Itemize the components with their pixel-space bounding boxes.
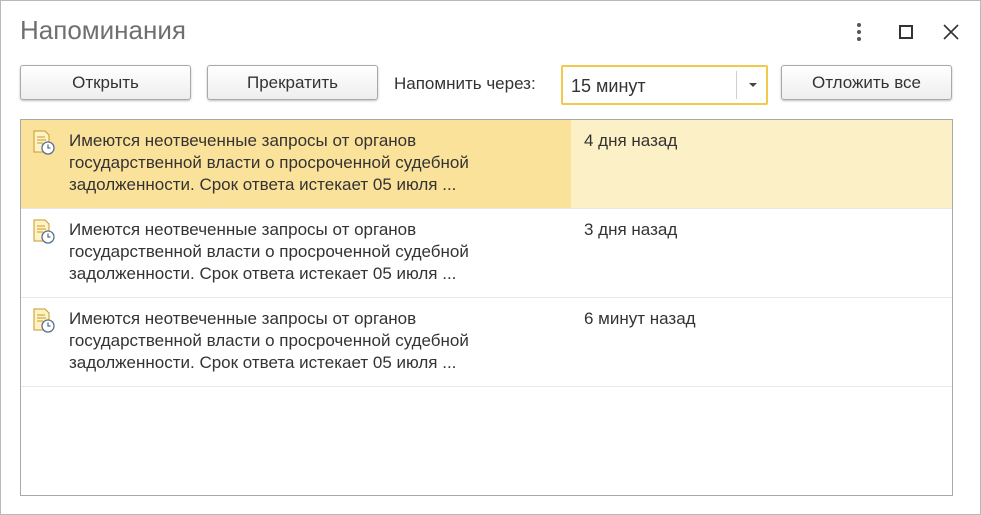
close-icon[interactable] [938, 19, 964, 45]
reminder-row[interactable]: Имеются неотвеченные запросы от органов … [21, 120, 952, 209]
reminder-icon [32, 219, 56, 245]
postpone-all-button[interactable]: Отложить все [781, 65, 952, 100]
reminder-text-line: государственной власти о просроченной су… [69, 242, 469, 261]
select-divider [736, 71, 737, 99]
reminder-text-cell[interactable]: Имеются неотвеченные запросы от органов … [21, 120, 571, 208]
maximize-icon[interactable] [893, 19, 919, 45]
reminders-window: Напоминания Открыть Прекратить Напомнить… [0, 0, 981, 515]
reminder-text-cell[interactable]: Имеются неотвеченные запросы от органов … [21, 209, 571, 297]
reminder-text-line: государственной власти о просроченной су… [69, 331, 469, 350]
reminder-text-line: государственной власти о просроченной су… [69, 153, 469, 172]
reminder-time-cell[interactable]: 3 дня назад [571, 209, 952, 297]
reminder-time-cell[interactable]: 6 минут назад [571, 298, 952, 386]
reminder-time: 4 дня назад [584, 131, 678, 150]
remind-label: Напомнить через: [394, 74, 536, 93]
chevron-down-icon[interactable] [739, 67, 766, 103]
reminder-text-line: Имеются неотвеченные запросы от органов [69, 309, 417, 328]
reminder-row[interactable]: Имеются неотвеченные запросы от органов … [21, 209, 952, 298]
reminder-icon [32, 308, 56, 334]
reminder-time-cell[interactable]: 4 дня назад [571, 120, 952, 208]
reminder-text-line: задолженности. Срок ответа истекает 05 и… [69, 353, 457, 372]
reminders-list[interactable]: Имеются неотвеченные запросы от органов … [20, 119, 953, 496]
window-title: Напоминания [20, 15, 186, 45]
reminder-time: 3 дня назад [584, 220, 678, 239]
reminder-text-line: Имеются неотвеченные запросы от органов [69, 220, 417, 239]
open-button[interactable]: Открыть [20, 65, 191, 100]
remind-interval-value: 15 минут [571, 76, 646, 96]
reminder-icon [32, 130, 56, 156]
reminder-text-cell[interactable]: Имеются неотвеченные запросы от органов … [21, 298, 571, 386]
reminder-text-line: задолженности. Срок ответа истекает 05 и… [69, 175, 457, 194]
remind-interval-select[interactable]: 15 минут [561, 65, 768, 105]
more-icon[interactable] [846, 19, 872, 45]
reminder-text-line: задолженности. Срок ответа истекает 05 и… [69, 264, 457, 283]
reminder-text-line: Имеются неотвеченные запросы от органов [69, 131, 417, 150]
reminder-row[interactable]: Имеются неотвеченные запросы от органов … [21, 298, 952, 387]
stop-button[interactable]: Прекратить [207, 65, 378, 100]
reminder-time: 6 минут назад [584, 309, 696, 328]
